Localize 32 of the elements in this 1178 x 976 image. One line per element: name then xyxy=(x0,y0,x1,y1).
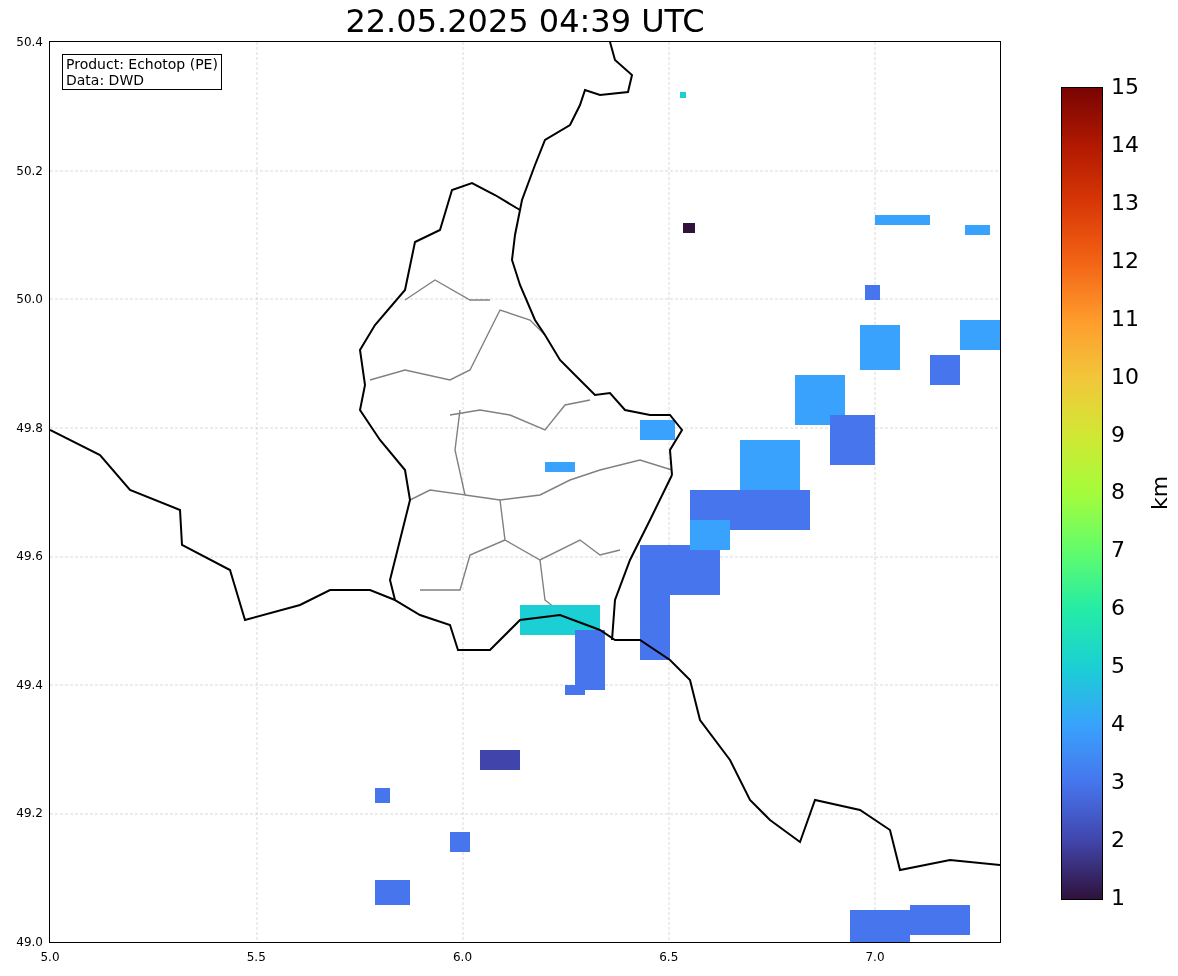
x-tick-label: 5.5 xyxy=(246,949,266,963)
colorbar-tick-label: 8 xyxy=(1110,481,1125,504)
colorbar-tick-label: 7 xyxy=(1110,539,1125,562)
y-tick-label: 50.0 xyxy=(16,293,44,306)
y-tick-label: 50.2 xyxy=(16,164,44,177)
colorbar-tick-label: 12 xyxy=(1110,249,1139,272)
colorbar-tick-label: 2 xyxy=(1110,829,1125,851)
y-tick-label: 49.6 xyxy=(16,550,44,563)
colorbar-tick-label: 15 xyxy=(1110,76,1139,98)
x-tick-label: 5.0 xyxy=(40,949,60,963)
colorbar-tick-label: 6 xyxy=(1110,597,1125,620)
colorbar-tick-label: 14 xyxy=(1110,133,1139,156)
info-text: Product: Echotop (PE) xyxy=(66,56,218,72)
colorbar-tick-label: 13 xyxy=(1110,191,1139,214)
colorbar-tick-label: 10 xyxy=(1110,365,1139,388)
y-tick-label: 49.8 xyxy=(16,421,44,434)
colorbar-tick-label: 5 xyxy=(1110,655,1125,678)
y-tick-label: 49.0 xyxy=(16,935,44,948)
colorbar-tick-label: 4 xyxy=(1110,713,1125,736)
y-tick-label: 49.2 xyxy=(16,807,44,820)
colorbar-tick-label: 11 xyxy=(1110,307,1139,330)
x-tick-label: 7.0 xyxy=(865,949,885,963)
chart-title: 22.05.2025 04:39 UTC xyxy=(345,5,705,37)
y-tick-label: 50.4 xyxy=(16,36,44,48)
info-text: Data: DWD xyxy=(66,72,145,88)
colorbar-tick-label: 3 xyxy=(1110,771,1125,794)
y-tick-label: 49.4 xyxy=(16,678,44,691)
colorbar-label: km xyxy=(1149,475,1172,510)
x-tick-label: 6.0 xyxy=(452,949,473,963)
colorbar-tick-label: 9 xyxy=(1110,423,1125,446)
x-tick-label: 6.5 xyxy=(659,949,679,963)
colorbar-tick-label: 1 xyxy=(1110,886,1125,909)
